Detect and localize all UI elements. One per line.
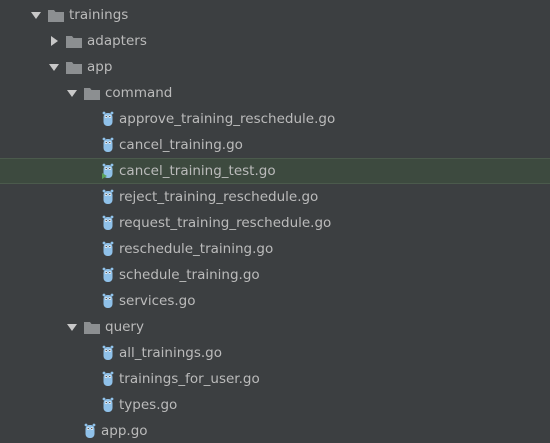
tree-item-label: trainings_for_user.go xyxy=(119,371,260,387)
gopher-file-icon xyxy=(84,423,96,439)
tree-item-label: all_trainings.go xyxy=(119,345,222,361)
tree-file-cancel-training-go[interactable]: cancel_training.go xyxy=(0,132,550,158)
chevron-right-icon[interactable] xyxy=(48,35,60,47)
gopher-file-icon xyxy=(102,397,114,413)
tree-item-label: app.go xyxy=(101,423,148,439)
tree-file-schedule-training-go[interactable]: schedule_training.go xyxy=(0,262,550,288)
tree-item-label: reschedule_training.go xyxy=(119,241,274,257)
tree-item-label: reject_training_reschedule.go xyxy=(119,189,319,205)
tree-folder-adapters[interactable]: adapters xyxy=(0,28,550,54)
tree-item-label: command xyxy=(105,85,173,101)
gopher-file-icon xyxy=(102,371,114,387)
tree-item-label: query xyxy=(105,319,144,335)
chevron-down-icon[interactable] xyxy=(30,9,42,21)
gopher-test-file-icon xyxy=(102,163,114,179)
tree-file-all-trainings-go[interactable]: all_trainings.go xyxy=(0,340,550,366)
tree-folder-app[interactable]: app xyxy=(0,54,550,80)
gopher-file-icon xyxy=(102,267,114,283)
tree-file-request-training-reschedule-go[interactable]: request_training_reschedule.go xyxy=(0,210,550,236)
gopher-file-icon xyxy=(102,215,114,231)
folder-icon xyxy=(66,35,82,48)
tree-file-reject-training-reschedule-go[interactable]: reject_training_reschedule.go xyxy=(0,184,550,210)
tree-item-label: request_training_reschedule.go xyxy=(119,215,332,231)
tree-item-label: schedule_training.go xyxy=(119,267,260,283)
chevron-down-icon[interactable] xyxy=(48,61,60,73)
folder-icon xyxy=(48,9,64,22)
tree-file-approve-training-reschedule-go[interactable]: approve_training_reschedule.go xyxy=(0,106,550,132)
tree-item-label: adapters xyxy=(87,33,147,49)
tree-item-label: types.go xyxy=(119,397,178,413)
folder-icon xyxy=(84,321,100,334)
chevron-down-icon[interactable] xyxy=(66,321,78,333)
folder-icon xyxy=(66,61,82,74)
tree-file-reschedule-training-go[interactable]: reschedule_training.go xyxy=(0,236,550,262)
tree-item-label: trainings xyxy=(69,7,129,23)
tree-item-label: cancel_training.go xyxy=(119,137,243,153)
gopher-file-icon xyxy=(102,189,114,205)
gopher-file-icon xyxy=(102,293,114,309)
tree-file-cancel-training-test-go[interactable]: cancel_training_test.go xyxy=(0,158,550,184)
tree-file-services-go[interactable]: services.go xyxy=(0,288,550,314)
project-tree: trainings adapters app command approve_train… xyxy=(0,0,550,443)
tree-item-label: services.go xyxy=(119,293,196,309)
tree-file-types-go[interactable]: types.go xyxy=(0,392,550,418)
tree-item-label: cancel_training_test.go xyxy=(119,163,276,179)
tree-file-trainings-for-user-go[interactable]: trainings_for_user.go xyxy=(0,366,550,392)
tree-folder-query[interactable]: query xyxy=(0,314,550,340)
tree-folder-command[interactable]: command xyxy=(0,80,550,106)
chevron-down-icon[interactable] xyxy=(66,87,78,99)
folder-icon xyxy=(84,87,100,100)
tree-item-label: app xyxy=(87,59,113,75)
tree-folder-trainings[interactable]: trainings xyxy=(0,2,550,28)
tree-item-label: approve_training_reschedule.go xyxy=(119,111,336,127)
tree-file-app-go[interactable]: app.go xyxy=(0,418,550,443)
gopher-file-icon xyxy=(102,111,114,127)
gopher-file-icon xyxy=(102,137,114,153)
gopher-file-icon xyxy=(102,241,114,257)
gopher-file-icon xyxy=(102,345,114,361)
